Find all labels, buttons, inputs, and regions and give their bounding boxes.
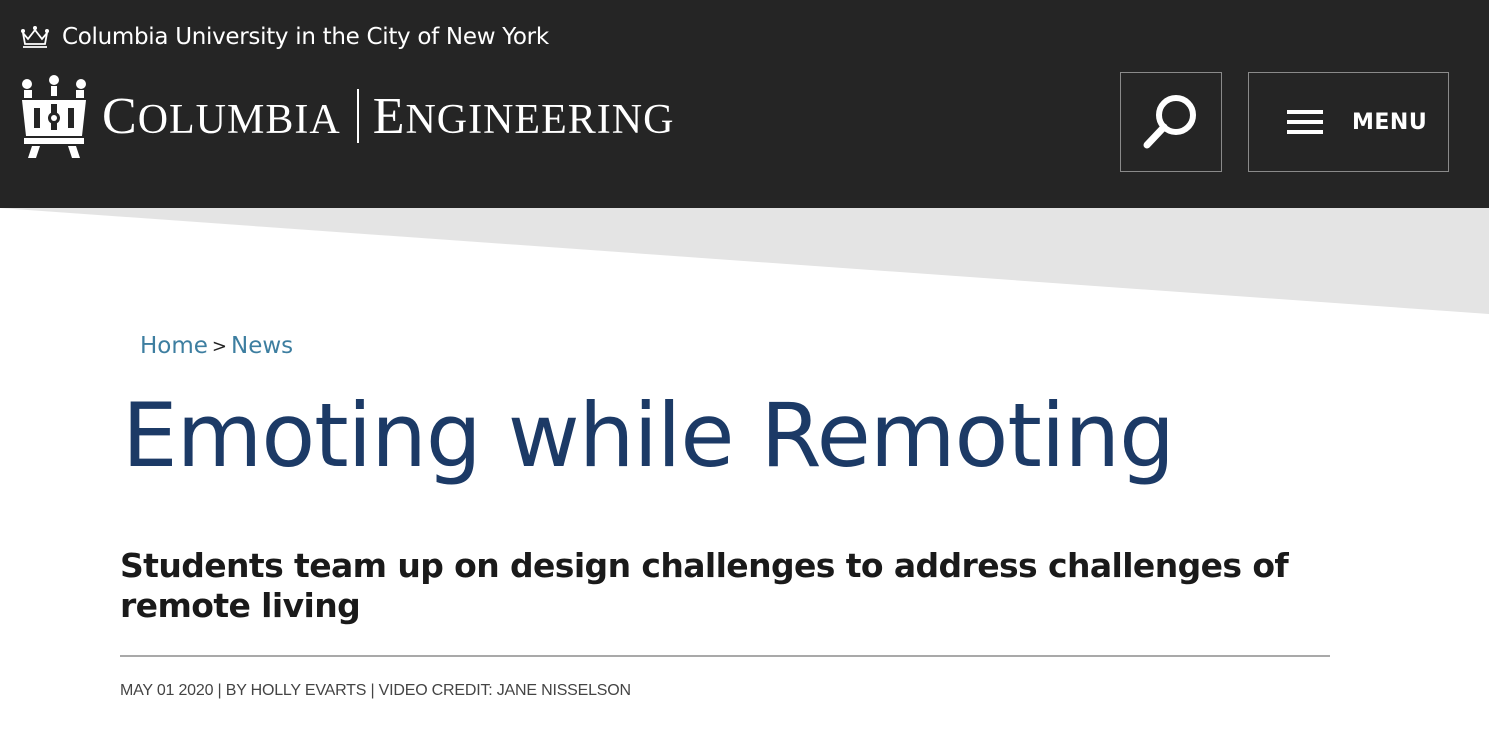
logo-engineering-wordmark: ENGINEERING xyxy=(372,87,675,145)
article-byline: MAY 01 2020 | BY HOLLY EVARTS | VIDEO CR… xyxy=(120,682,631,699)
site-header: Columbia University in the City of New Y… xyxy=(0,0,1489,208)
breadcrumb-home-link[interactable]: Home xyxy=(140,333,208,359)
decorative-angled-band xyxy=(0,208,1489,314)
columbia-crown-icon xyxy=(22,75,86,158)
article-title: Emoting while Remoting xyxy=(122,384,1175,487)
breadcrumb-news-link[interactable]: News xyxy=(231,333,293,359)
logo-divider xyxy=(356,89,359,143)
logo-columbia-wordmark: COLUMBIA xyxy=(102,87,341,145)
university-link[interactable]: Columbia University in the City of New Y… xyxy=(20,20,549,54)
menu-button[interactable]: MENU xyxy=(1248,72,1449,172)
breadcrumb-separator: > xyxy=(211,335,228,357)
university-link-label: Columbia University in the City of New Y… xyxy=(62,24,549,50)
breadcrumb: Home > News xyxy=(140,333,293,359)
hamburger-icon xyxy=(1287,110,1323,134)
divider-rule xyxy=(120,655,1330,657)
search-icon xyxy=(1143,95,1196,149)
menu-label: MENU xyxy=(1352,109,1428,135)
article-subtitle: Students team up on design challenges to… xyxy=(120,546,1289,625)
crown-icon xyxy=(21,26,49,48)
columbia-engineering-logo[interactable]: COLUMBIA ENGINEERING xyxy=(18,74,674,158)
search-button[interactable] xyxy=(1120,72,1222,172)
